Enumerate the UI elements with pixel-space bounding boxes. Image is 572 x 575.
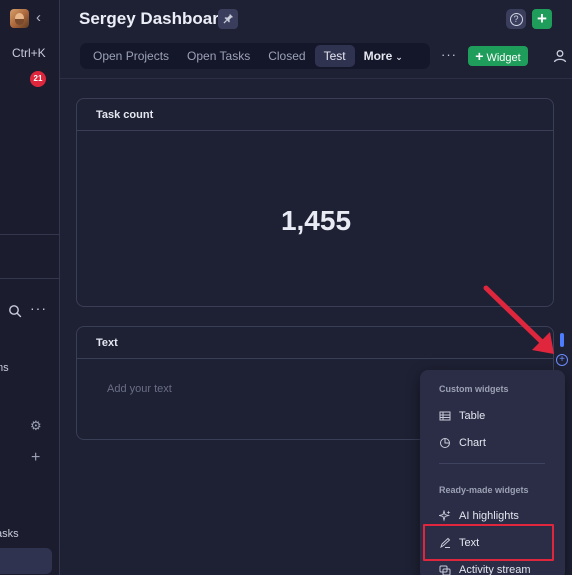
tab-closed[interactable]: Closed: [259, 45, 314, 67]
activity-icon: [439, 565, 451, 575]
sidebar-item-active[interactable]: [0, 548, 52, 574]
menu-item-label: Chart: [459, 437, 486, 449]
menu-item-label: AI highlights: [459, 510, 519, 522]
menu-divider: [439, 463, 545, 464]
pie-chart-icon: [440, 438, 450, 448]
collapse-sidebar-icon[interactable]: ‹: [36, 9, 50, 27]
widget-header: Task count: [77, 99, 553, 131]
tab-open-projects[interactable]: Open Projects: [84, 45, 178, 67]
header-divider: [60, 78, 572, 79]
add-widget-button[interactable]: + Widget: [468, 46, 528, 66]
plus-icon[interactable]: +: [31, 449, 40, 467]
user-avatar[interactable]: [10, 9, 29, 28]
menu-item-ai-highlights[interactable]: AI highlights: [439, 507, 519, 525]
help-icon: ?: [509, 13, 523, 26]
annotation-highlight-box: [423, 524, 554, 561]
task-count-widget[interactable]: Task count 1,455: [76, 98, 554, 307]
left-sidebar: ‹ Ctrl+K 21 ··· ms ⚙ + asks: [0, 0, 60, 575]
sidebar-more-icon[interactable]: ···: [30, 300, 47, 316]
chevron-down-icon: ⌄: [395, 52, 403, 62]
menu-item-label: Activity stream: [459, 564, 531, 575]
tab-more[interactable]: More ⌄: [355, 45, 412, 67]
user-icon[interactable]: [553, 49, 567, 63]
sparkle-icon: [439, 510, 451, 522]
text-widget-input[interactable]: Add your text: [107, 383, 172, 395]
help-button[interactable]: ?: [506, 9, 526, 29]
pin-icon: [222, 13, 233, 24]
search-shortcut-label: Ctrl+K: [12, 46, 46, 60]
tab-test[interactable]: Test: [314, 45, 355, 67]
widget-title: Task count: [96, 109, 154, 121]
sidebar-item-teams[interactable]: ms: [0, 362, 9, 374]
task-count-value: 1,455: [280, 205, 352, 236]
dashboard-tabs: Open Projects Open Tasks Closed Test Mor…: [80, 43, 430, 69]
add-widget-label: Widget: [486, 52, 521, 64]
table-icon: [439, 411, 451, 421]
tab-more-label: More: [363, 49, 393, 63]
gear-icon[interactable]: ⚙: [30, 418, 42, 434]
plus-icon: +: [475, 48, 484, 64]
search-icon[interactable]: [8, 304, 22, 318]
menu-item-activity-stream[interactable]: Activity stream: [439, 561, 531, 575]
menu-item-table[interactable]: Table: [439, 407, 485, 425]
notification-badge[interactable]: 21: [30, 71, 46, 87]
sidebar-divider: [0, 278, 59, 279]
sidebar-divider: [0, 234, 59, 235]
more-options-icon[interactable]: ···: [441, 47, 457, 62]
page-title: Sergey Dashboard: [79, 9, 230, 28]
pin-button[interactable]: [218, 9, 238, 29]
menu-item-label: Table: [459, 410, 486, 422]
menu-section-ready: Ready-made widgets: [439, 485, 529, 495]
menu-item-chart[interactable]: Chart: [439, 434, 486, 452]
plus-icon: +: [537, 9, 547, 28]
tab-open-tasks[interactable]: Open Tasks: [178, 45, 259, 67]
menu-section-custom: Custom widgets: [439, 384, 509, 394]
scrollbar-thumb[interactable]: [560, 333, 564, 347]
sidebar-item-tasks[interactable]: asks: [0, 528, 19, 540]
widget-title: Text: [96, 337, 118, 349]
add-button[interactable]: +: [532, 9, 552, 29]
annotation-arrow: [483, 285, 554, 354]
